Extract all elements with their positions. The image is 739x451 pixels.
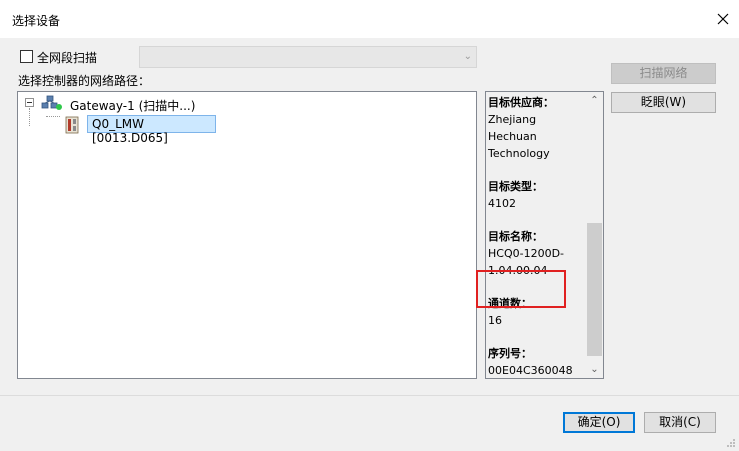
device-info-panel: 目标供应商： Zhejiang Hechuan Technology 目标类型：…: [485, 91, 604, 379]
tree-connector-branch: [46, 116, 60, 117]
info-serial: 序列号： 00E04C360048: [488, 345, 584, 379]
cancel-button[interactable]: 取消(C): [644, 412, 716, 433]
scan-all-label: 全网段扫描: [37, 51, 98, 65]
network-path-label: 选择控制器的网络路径：: [18, 74, 151, 88]
info-channels-value: 16: [488, 314, 502, 327]
ok-button[interactable]: 确定(O): [563, 412, 635, 433]
tree-gateway-node[interactable]: Gateway-1 (扫描中...): [70, 97, 195, 114]
scroll-down-icon[interactable]: ⌄: [586, 361, 603, 378]
channel-count-highlight: [476, 270, 566, 308]
tree-connector: [29, 108, 30, 126]
scan-network-button[interactable]: 扫描网络: [611, 63, 716, 84]
info-serial-heading: 序列号：: [488, 347, 532, 360]
collapse-toggle[interactable]: [25, 98, 34, 107]
blink-button[interactable]: 眨眼(W): [611, 92, 716, 113]
resize-grip-icon[interactable]: [726, 438, 736, 448]
gateway-network-icon: [41, 95, 62, 110]
close-icon: [717, 13, 729, 25]
info-name-heading: 目标名称：: [488, 230, 543, 243]
info-serial-value: 00E04C360048: [488, 364, 573, 377]
info-type: 目标类型： 4102: [488, 178, 584, 212]
network-segment-dropdown[interactable]: ⌄: [139, 46, 477, 68]
info-type-heading: 目标类型：: [488, 180, 543, 193]
info-type-value: 4102: [488, 197, 516, 210]
device-info-text: 目标供应商： Zhejiang Hechuan Technology 目标类型：…: [488, 92, 584, 395]
scroll-up-icon[interactable]: ⌃: [586, 92, 603, 109]
window-title: 选择设备: [12, 14, 61, 28]
info-scrollbar[interactable]: ⌃ ⌄: [586, 92, 603, 378]
close-button[interactable]: [707, 0, 739, 38]
info-vendor-heading: 目标供应商：: [488, 96, 554, 109]
info-vendor: 目标供应商： Zhejiang Hechuan Technology: [488, 94, 584, 162]
info-vendor-value: Zhejiang Hechuan Technology: [488, 113, 550, 160]
scan-all-checkbox[interactable]: [20, 50, 33, 63]
tree-device-label: Q0_LMW [0013.D065]: [92, 117, 168, 145]
device-tree[interactable]: Gateway-1 (扫描中...) Q0_LMW [0013.D065]: [17, 91, 477, 379]
scrollbar-thumb[interactable]: [587, 223, 602, 356]
tree-device-node[interactable]: Q0_LMW [0013.D065]: [87, 115, 216, 145]
chevron-down-icon: ⌄: [463, 51, 472, 62]
title-bar: 选择设备: [0, 0, 739, 38]
footer-separator: [0, 395, 739, 396]
plc-device-icon: [65, 116, 79, 134]
